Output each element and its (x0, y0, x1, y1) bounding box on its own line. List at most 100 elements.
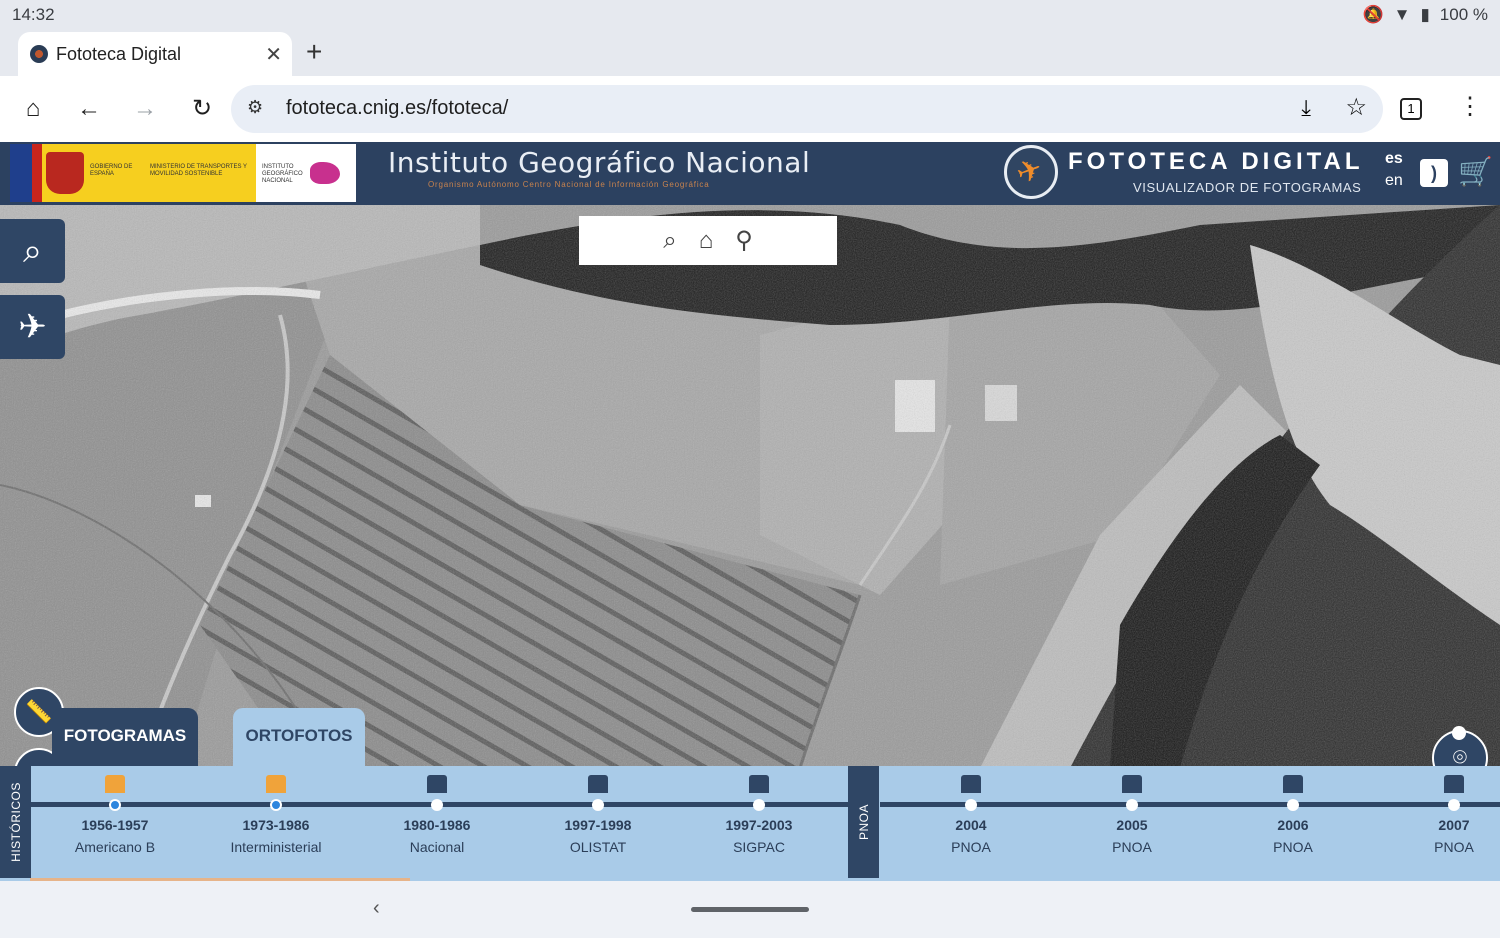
historicos-label: HISTÓRICOS (8, 782, 23, 862)
spain-flag-strip (32, 144, 42, 202)
timeline-name: PNOA (1434, 839, 1474, 855)
gov-text: GOBIERNO DE ESPAÑA (90, 164, 133, 177)
tab-fotogramas[interactable]: FOTOGRAMAS (52, 708, 198, 768)
download-icon[interactable]: ⤓ (1301, 95, 1311, 121)
timeline-year: 2005 (1116, 817, 1148, 833)
timeline-name: SIGPAC (733, 839, 785, 855)
browser-tab[interactable]: Fototeca Digital ✕ (18, 32, 292, 76)
nav-back-icon[interactable]: ‹ (373, 897, 380, 920)
flag-icon (588, 775, 608, 793)
timeline-name: Nacional (409, 839, 465, 855)
map-view[interactable]: ⌕ ⌂ ⚲ ⌕ ✈ 📏 ⌾ FOTOGRAMAS ORTOFOTOS (0, 205, 1500, 768)
timeline-item[interactable]: 1973-1986 Interministerial (211, 775, 341, 855)
site-header: GOBIERNO DE ESPAÑA MINISTERIO DE TRANSPO… (0, 142, 1500, 205)
cart-icon[interactable]: 🛒 (1458, 155, 1493, 188)
ign-small-text: INSTITUTO GEOGRÁFICO NACIONAL (262, 164, 303, 184)
historicos-label-block: HISTÓRICOS (0, 766, 31, 878)
timeline-dot (592, 799, 604, 811)
ign-title[interactable]: Instituto Geográfico Nacional (388, 146, 810, 179)
address-search-icon[interactable]: ⌂ (699, 227, 714, 255)
ministry-text: MINISTERIO DE TRANSPORTES Y MOVILIDAD SO… (150, 164, 247, 177)
timeline-year: 1997-1998 (564, 817, 632, 833)
timeline-year: 2007 (1438, 817, 1470, 833)
forward-icon[interactable]: → (128, 92, 162, 126)
timeline-year: 1980-1986 (403, 817, 471, 833)
zoom-search-icon[interactable]: ⌕ (663, 227, 676, 255)
airplane-icon: ✈ (1012, 151, 1048, 192)
timeline-dot (965, 799, 977, 811)
site-title: FOTOTECA DIGITAL (1068, 148, 1364, 175)
home-icon[interactable]: ⌂ (16, 92, 50, 126)
timeline-item[interactable]: 1956-1957 Americano B (50, 775, 180, 855)
url-text[interactable]: fototeca.cnig.es/fototeca/ (286, 97, 508, 120)
timeline-dot (1287, 799, 1299, 811)
fototeca-logo-icon[interactable]: ✈ (1004, 145, 1058, 199)
flag-icon (1444, 775, 1464, 793)
clock: 14:32 (12, 5, 55, 24)
status-bar: 14:32 🔕 ▼ ▮ 100 % (0, 0, 1500, 30)
pnoa-label-block: PNOA (848, 766, 879, 878)
timeline-item[interactable]: 1980-1986 Nacional (372, 775, 502, 855)
timeline-name: PNOA (1273, 839, 1313, 855)
address-bar[interactable]: ⚙ fototeca.cnig.es/fototeca/ ⤓ ☆ (231, 85, 1383, 133)
tab-switcher-button[interactable]: 1 (1400, 98, 1422, 120)
timeline-dot (270, 799, 282, 811)
browser-toolbar: ⌂ ← → ↻ ⚙ fototeca.cnig.es/fototeca/ ⤓ ☆… (0, 76, 1500, 142)
search-area-button[interactable]: ⌕ (0, 219, 65, 283)
reload-icon[interactable]: ↻ (185, 92, 219, 126)
compass-icon: ⌾ (1452, 744, 1468, 768)
timeline-item[interactable]: 2004 PNOA (906, 775, 1036, 855)
site-subtitle: VISUALIZADOR DE FOTOGRAMAS (1133, 180, 1362, 195)
timeline-item[interactable]: 1997-1998 OLISTAT (533, 775, 663, 855)
rss-icon[interactable]: ) (1420, 159, 1448, 187)
timeline-year: 1997-2003 (725, 817, 793, 833)
timeline-item[interactable]: 1997-2003 SIGPAC (694, 775, 824, 855)
status-icons: 🔕 ▼ ▮ 100 % (1362, 5, 1488, 25)
ign-subtitle: Organismo Autónomo Centro Nacional de In… (428, 180, 710, 189)
timeline-item[interactable]: 2007 PNOA (1389, 775, 1500, 855)
compass-handle[interactable] (1452, 726, 1466, 740)
timeline-item[interactable]: 2006 PNOA (1228, 775, 1358, 855)
timeline-year: 1973-1986 (242, 817, 310, 833)
tab-ortofotos[interactable]: ORTOFOTOS (233, 708, 365, 768)
timeline-item[interactable]: 2005 PNOA (1067, 775, 1197, 855)
timeline-dot (1448, 799, 1460, 811)
mute-icon: 🔕 (1362, 5, 1384, 24)
flag-icon (266, 775, 286, 793)
system-navigation-bar: ‹ (0, 881, 1500, 938)
flag-icon (1283, 775, 1303, 793)
coat-of-arms-icon (46, 152, 84, 194)
government-logo[interactable]: GOBIERNO DE ESPAÑA MINISTERIO DE TRANSPO… (10, 144, 356, 202)
flag-icon (749, 775, 769, 793)
home-gesture-handle[interactable] (691, 907, 809, 912)
ign-logo-icon (310, 162, 340, 184)
new-tab-icon[interactable]: + (306, 36, 322, 68)
tab-strip: Fototeca Digital ✕ + (0, 30, 1500, 76)
location-pin-icon[interactable]: ⚲ (735, 226, 753, 255)
flag-icon (105, 775, 125, 793)
flag-icon (427, 775, 447, 793)
eu-flag-strip (10, 144, 32, 202)
language-es[interactable]: es (1385, 150, 1403, 168)
language-en[interactable]: en (1385, 172, 1403, 190)
more-menu-icon[interactable]: ⋮ (1458, 92, 1482, 121)
timeline-name: PNOA (951, 839, 991, 855)
close-tab-icon[interactable]: ✕ (265, 42, 282, 67)
timeline-year: 2004 (955, 817, 987, 833)
magnifier-icon: ⌕ (22, 232, 43, 270)
timeline-name: PNOA (1112, 839, 1152, 855)
timeline-dot (1126, 799, 1138, 811)
flights-button[interactable]: ✈ (0, 295, 65, 359)
site-settings-icon[interactable]: ⚙ (247, 97, 263, 118)
timeline-name: Interministerial (230, 839, 322, 855)
bookmark-star-icon[interactable]: ☆ (1345, 93, 1367, 122)
back-icon[interactable]: ← (72, 92, 106, 126)
timeline-bar: HISTÓRICOS PNOA 1956-1957 Americano B 1973… (0, 766, 1500, 881)
ruler-icon: 📏 (25, 699, 53, 724)
flag-icon (961, 775, 981, 793)
timeline-year: 1956-1957 (81, 817, 149, 833)
wifi-icon: ▼ (1393, 5, 1411, 24)
pnoa-label: PNOA (856, 803, 871, 841)
timeline-dot (753, 799, 765, 811)
timeline-dot (431, 799, 443, 811)
